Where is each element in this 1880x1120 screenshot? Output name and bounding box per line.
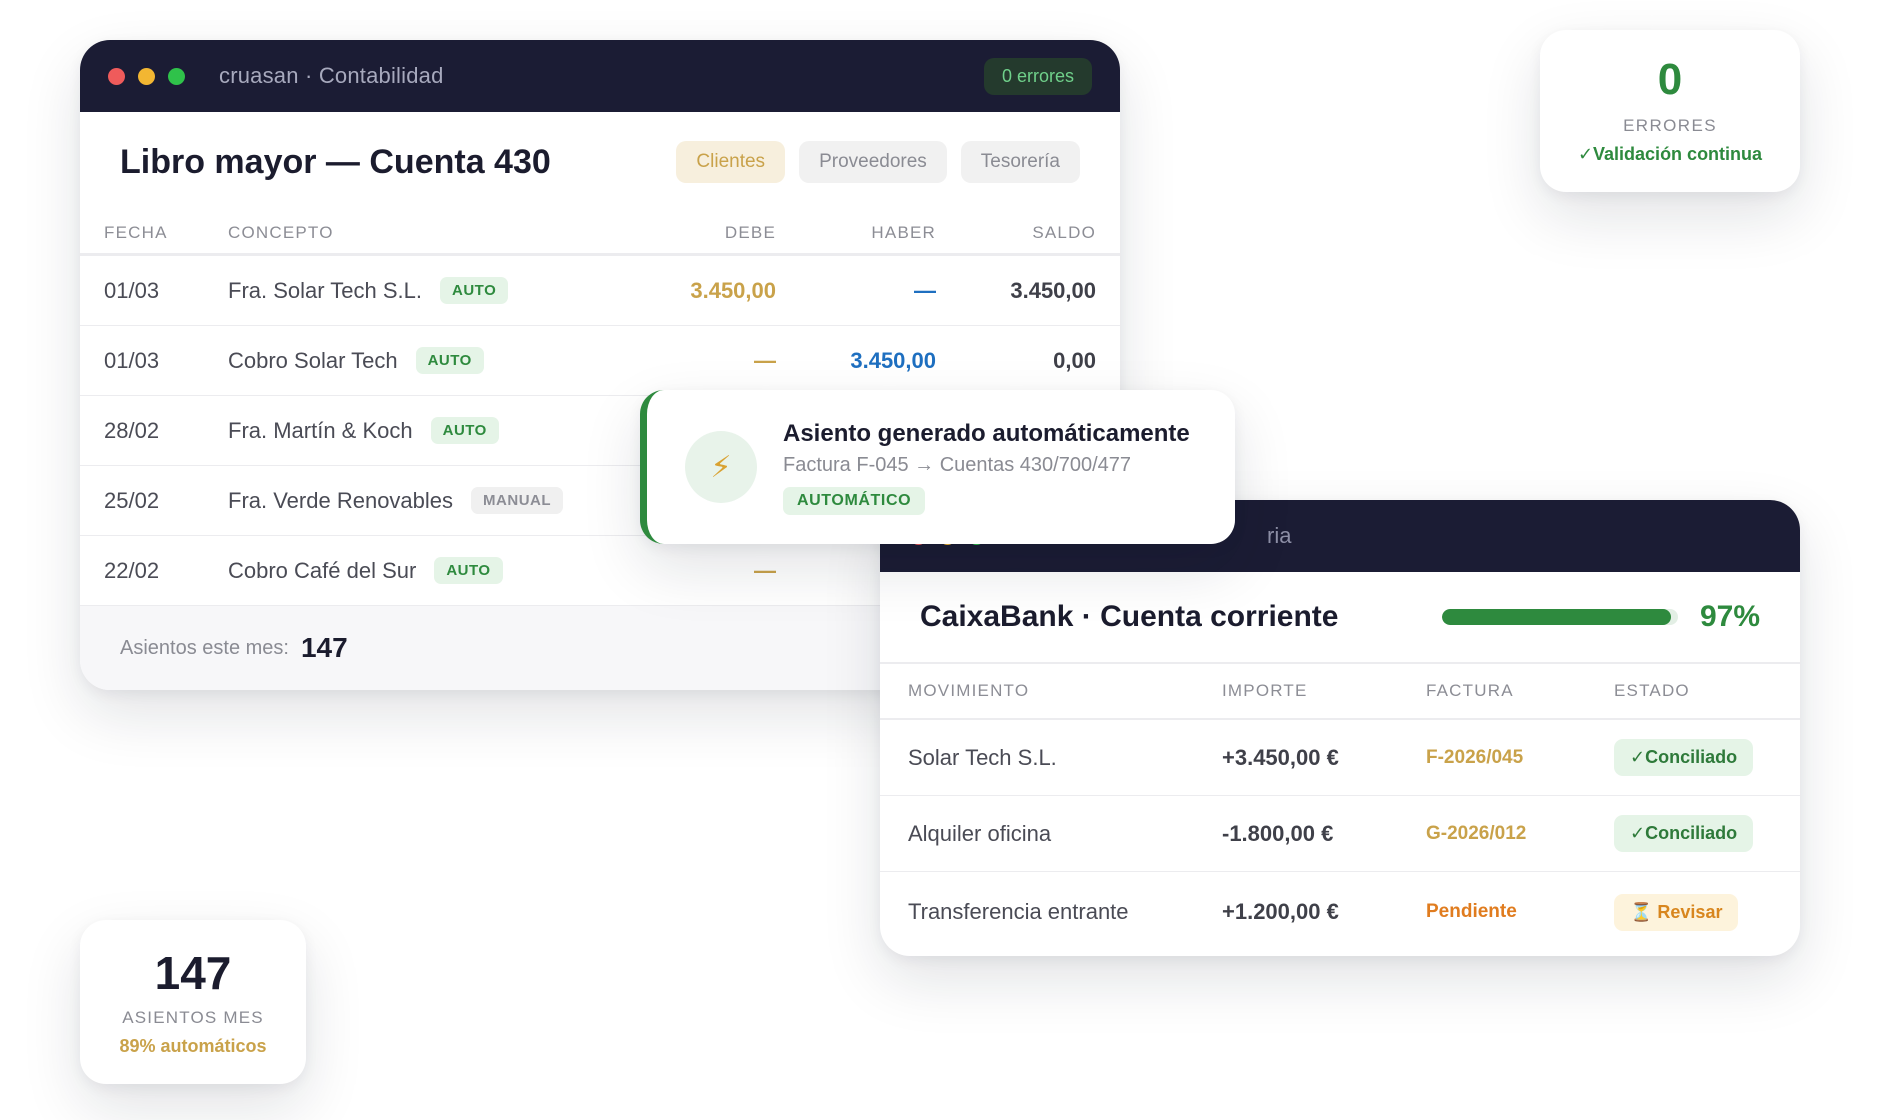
manual-badge: MANUAL <box>471 487 564 514</box>
bank-header: CaixaBank · Cuenta corriente 97% <box>880 572 1800 664</box>
auto-badge: AUTO <box>440 277 509 304</box>
row-haber: — <box>914 277 936 303</box>
table-row[interactable]: 01/03 Fra. Solar Tech S.L. AUTO 3.450,00… <box>80 256 1120 326</box>
footer-value: 147 <box>300 632 348 663</box>
app-title: ria <box>1267 523 1292 548</box>
row-concept-text: Cobro Solar Tech <box>228 347 398 373</box>
row-saldo: 3.450,00 <box>1010 277 1096 303</box>
errors-caption: ERRORES <box>1623 116 1717 135</box>
errors-chip: 0 errores <box>983 57 1092 95</box>
status-badge: ✓Conciliado <box>1614 739 1754 776</box>
validation-note: ✓Validación continua <box>1577 144 1763 164</box>
column-header-saldo: SALDO <box>1032 222 1096 242</box>
page-title: Libro mayor — Cuenta 430 <box>120 142 551 181</box>
account-tabs: Clientes Proveedores Tesorería <box>676 141 1080 183</box>
ledger-header: Libro mayor — Cuenta 430 Clientes Provee… <box>80 112 1120 212</box>
progress-fill <box>1441 609 1671 625</box>
row-date: 01/03 <box>104 277 160 303</box>
row-date: 22/02 <box>104 557 160 583</box>
row-concept-text: Cobro Café del Sur <box>228 557 417 583</box>
movement-amount: +3.450,00 € <box>1222 744 1339 770</box>
column-header-factura: FACTURA <box>1426 681 1514 700</box>
reconciliation-progress-bar <box>1441 609 1678 625</box>
column-header-importe: IMPORTE <box>1222 681 1308 700</box>
row-concept: Fra. Verde Renovables MANUAL <box>228 487 598 514</box>
invoice-pending: Pendiente <box>1426 901 1517 922</box>
row-concept-text: Fra. Martín & Koch <box>228 417 413 443</box>
ledger-titlebar: cruasan · Contabilidad 0 errores <box>80 40 1120 112</box>
tab-tesoreria[interactable]: Tesorería <box>960 141 1080 183</box>
auto-badge: AUTO <box>415 347 484 374</box>
automatic-percent-note: 89% automáticos <box>119 1036 267 1056</box>
column-header-concepto: CONCEPTO <box>228 222 334 242</box>
column-header-estado: ESTADO <box>1614 681 1690 700</box>
status-badge: ✓Conciliado <box>1614 815 1754 852</box>
auto-badge: AUTO <box>434 557 503 584</box>
column-header-haber: HABER <box>871 222 936 242</box>
entries-stat-card: 147 ASIENTOS MES 89% automáticos <box>80 920 306 1084</box>
tab-proveedores[interactable]: Proveedores <box>799 141 947 183</box>
window-controls <box>108 67 185 85</box>
table-row[interactable]: Transferencia entrante +1.200,00 € Pendi… <box>880 872 1800 952</box>
column-header-debe: DEBE <box>724 222 776 242</box>
tab-clientes[interactable]: Clientes <box>676 141 786 183</box>
notification-title: Asiento generado automáticamente <box>783 419 1190 447</box>
row-concept-text: Fra. Solar Tech S.L. <box>228 277 423 303</box>
row-concept-text: Fra. Verde Renovables <box>228 487 454 513</box>
review-button[interactable]: ⏳ Revisar <box>1614 893 1739 931</box>
row-debe: — <box>754 347 776 373</box>
notification-body: Asiento generado automáticamente Factura… <box>783 420 1190 515</box>
app-title: cruasan · Contabilidad <box>219 63 444 88</box>
ledger-table-header: FECHA CONCEPTO DEBE HABER SALDO <box>80 212 1120 256</box>
table-row[interactable]: Alquiler oficina -1.800,00 € G-2026/012 … <box>880 796 1800 872</box>
row-date: 01/03 <box>104 347 160 373</box>
row-date: 25/02 <box>104 487 160 513</box>
auto-badge: AUTO <box>430 417 499 444</box>
row-concept: Fra. Martín & Koch AUTO <box>228 417 598 444</box>
movement-name: Alquiler oficina <box>908 820 1052 846</box>
close-window-button[interactable] <box>108 67 125 85</box>
auto-entry-notification: ⚡ Asiento generado automáticamente Factu… <box>640 390 1235 544</box>
maximize-window-button[interactable] <box>168 67 185 85</box>
invoice-link[interactable]: G-2026/012 <box>1426 823 1614 845</box>
movement-name: Transferencia entrante <box>908 899 1129 924</box>
minimize-window-button[interactable] <box>138 67 155 85</box>
table-row[interactable]: 01/03 Cobro Solar Tech AUTO — 3.450,00 0… <box>80 326 1120 396</box>
progress-percent: 97% <box>1699 600 1760 633</box>
notification-subtitle: Factura F-045 → Cuentas 430/700/477 <box>783 453 1131 476</box>
table-row[interactable]: Solar Tech S.L. +3.450,00 € F-2026/045 ✓… <box>880 720 1800 796</box>
movement-name: Solar Tech S.L. <box>908 744 1057 770</box>
entries-caption: ASIENTOS MES <box>122 1008 264 1027</box>
row-concept: Fra. Solar Tech S.L. AUTO <box>228 277 598 304</box>
bank-reconciliation-window: ria CaixaBank · Cuenta corriente 97% MOV… <box>880 500 1800 956</box>
row-haber: 3.450,00 <box>850 347 936 373</box>
row-debe: 3.450,00 <box>690 277 776 303</box>
errors-stat-card: 0 ERRORES ✓Validación continua <box>1540 30 1800 192</box>
invoice-link[interactable]: F-2026/045 <box>1426 747 1614 769</box>
movement-amount: -1.800,00 € <box>1222 820 1334 846</box>
row-concept: Cobro Café del Sur AUTO <box>228 557 598 584</box>
bank-table-header: MOVIMIENTO IMPORTE FACTURA ESTADO <box>880 664 1800 720</box>
row-debe: — <box>754 557 776 583</box>
column-header-movimiento: MOVIMIENTO <box>908 681 1030 700</box>
entries-count: 147 <box>154 947 232 999</box>
bank-account-title: CaixaBank · Cuenta corriente <box>920 600 1339 633</box>
row-saldo: 0,00 <box>1053 347 1096 373</box>
footer-label: Asientos este mes: <box>120 636 289 659</box>
row-concept: Cobro Solar Tech AUTO <box>228 347 598 374</box>
column-header-fecha: FECHA <box>104 222 168 242</box>
automatic-tag: AUTOMÁTICO <box>783 486 926 515</box>
errors-count: 0 <box>1657 55 1683 104</box>
lightning-bolt-icon: ⚡ <box>685 431 757 503</box>
movement-amount: +1.200,00 € <box>1222 899 1339 924</box>
row-date: 28/02 <box>104 417 160 443</box>
